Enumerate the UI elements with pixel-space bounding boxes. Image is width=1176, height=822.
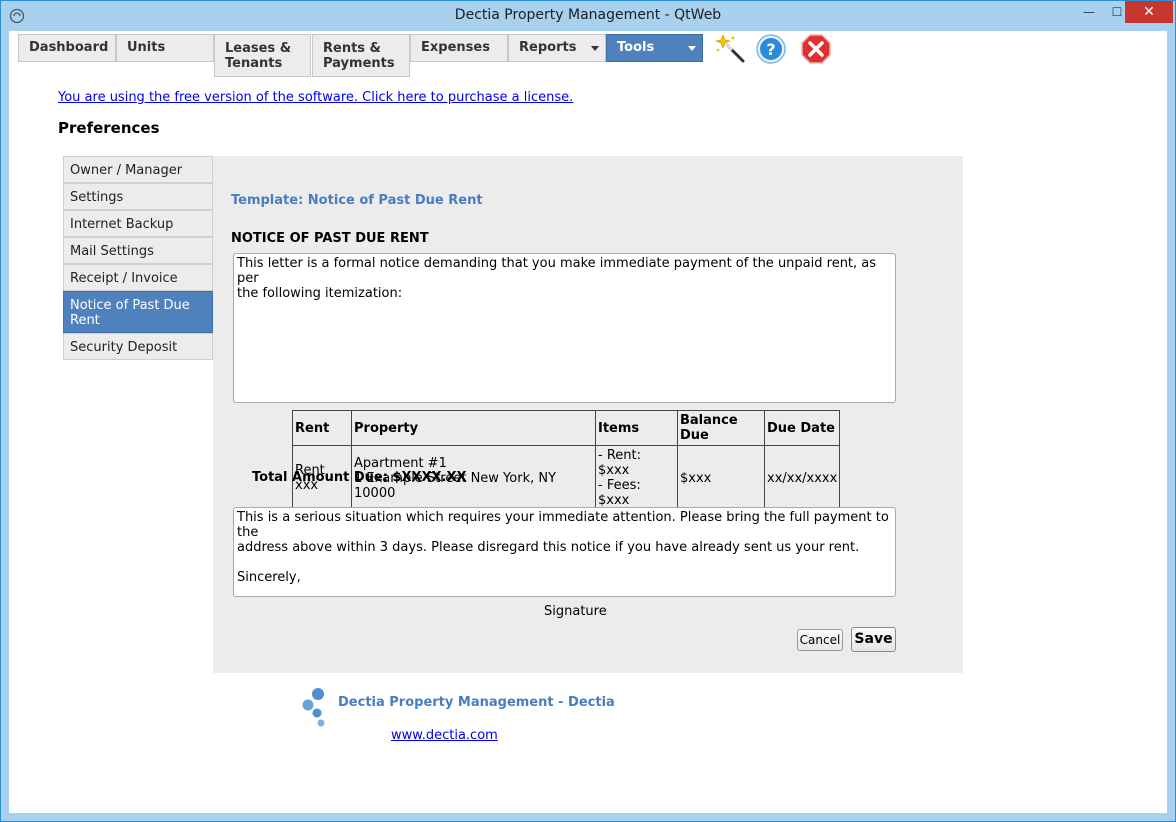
title-bar[interactable]: Dectia Property Management - QtWeb — ☐ ✕ — [1, 1, 1175, 31]
window-title: Dectia Property Management - QtWeb — [454, 7, 722, 23]
column-header: Balance Due — [677, 410, 765, 446]
window-frame-bottom — [1, 813, 1175, 821]
nav-tab-label: Rents & — [323, 41, 381, 56]
items-cell: - Rent: $xxx - Fees: $xxx — [595, 445, 678, 511]
chevron-down-icon — [591, 46, 599, 51]
column-header: Due Date — [763, 410, 841, 446]
property-line: Apartment #1 — [354, 455, 447, 471]
website-link[interactable]: www.dectia.com — [391, 728, 498, 743]
nav-tab-units[interactable]: Units — [116, 34, 214, 62]
closing-text-area[interactable]: This is a serious situation which requir… — [233, 507, 896, 597]
sidebar-item-label: Receipt / Invoice — [70, 271, 178, 286]
magic-wand-icon[interactable] — [715, 33, 747, 65]
nav-tab-label: Tenants — [225, 56, 283, 71]
window-frame-right — [1167, 31, 1175, 815]
nav-tab-label: Reports — [519, 40, 577, 55]
nav-tab-label: Dashboard — [29, 40, 109, 55]
nav-tab-label: Leases & — [225, 41, 292, 56]
notice-heading: NOTICE OF PAST DUE RENT — [231, 231, 429, 246]
nav-tab-leases-tenants[interactable]: Leases & Tenants — [214, 34, 311, 77]
column-header: Property — [351, 410, 596, 446]
template-title: Template: Notice of Past Due Rent — [231, 193, 483, 208]
sidebar-item-label: Settings — [70, 190, 124, 205]
rent-itemization-table: Rent Property Items Balance Due Due Date… — [292, 410, 841, 511]
chevron-down-icon — [688, 46, 696, 51]
minimize-button[interactable]: — — [1075, 1, 1103, 23]
sidebar-item-label: Rent — [70, 313, 100, 328]
signature-label: Signature — [544, 604, 607, 619]
cancel-button[interactable]: Cancel — [797, 629, 843, 651]
nav-tab-label: Expenses — [421, 40, 490, 55]
window-frame-left — [1, 31, 9, 815]
sidebar-item-owner-manager[interactable]: Owner / Manager — [63, 156, 213, 183]
sidebar-item-security-deposit[interactable]: Security Deposit — [63, 333, 213, 360]
page-title: Preferences — [58, 119, 160, 137]
template-panel: Template: Notice of Past Due Rent NOTICE… — [213, 156, 963, 673]
intro-text-area[interactable]: This letter is a formal notice demanding… — [233, 253, 896, 403]
balance-cell: $xxx — [677, 445, 765, 511]
nav-tab-label: Tools — [617, 40, 655, 55]
sidebar-item-label: Mail Settings — [70, 244, 154, 259]
svg-text:?: ? — [766, 40, 775, 59]
due-date-cell: xx/xx/xxxx — [763, 445, 841, 511]
sidebar-item-label: Security Deposit — [70, 340, 178, 355]
nav-tab-label: Units — [127, 40, 166, 55]
sidebar-item-internet-backup[interactable]: Internet Backup — [63, 210, 213, 237]
help-icon[interactable]: ? — [755, 33, 787, 65]
purchase-license-link[interactable]: You are using the free version of the so… — [58, 90, 573, 105]
sidebar-item-receipt-invoice[interactable]: Receipt / Invoice — [63, 264, 213, 291]
sidebar-item-settings[interactable]: Settings — [63, 183, 213, 210]
column-header: Rent — [292, 410, 352, 446]
item-line: - Fees: $xxx — [598, 478, 641, 508]
nav-tab-reports[interactable]: Reports — [508, 34, 606, 62]
nav-tab-tools[interactable]: Tools — [606, 34, 703, 62]
dectia-logo-icon — [302, 688, 325, 727]
nav-tab-rents-payments[interactable]: Rents & Payments — [312, 34, 410, 77]
column-header: Items — [595, 410, 678, 446]
exit-icon[interactable] — [800, 33, 832, 65]
sidebar-item-notice-past-due-rent[interactable]: Notice of Past Due Rent — [63, 291, 213, 333]
sidebar-item-label: Notice of Past Due — [70, 298, 190, 313]
app-window: Dectia Property Management - QtWeb — ☐ ✕… — [0, 0, 1176, 822]
item-line: - Rent: $xxx — [598, 448, 641, 478]
table-header-row: Rent Property Items Balance Due Due Date — [292, 410, 841, 446]
nav-tab-expenses[interactable]: Expenses — [410, 34, 508, 62]
sidebar-item-label: Internet Backup — [70, 217, 174, 232]
footer-brand: Dectia Property Management - Dectia — [338, 695, 615, 710]
nav-tab-dashboard[interactable]: Dashboard — [18, 34, 116, 62]
sidebar-item-label: Owner / Manager — [70, 163, 183, 178]
sidebar-item-mail-settings[interactable]: Mail Settings — [63, 237, 213, 264]
save-button[interactable]: Save — [851, 627, 896, 652]
total-amount-due: Total Amount Due: $XXXX.XX — [252, 470, 467, 485]
close-window-button[interactable]: ✕ — [1125, 1, 1173, 23]
nav-tab-label: Payments — [323, 56, 395, 71]
